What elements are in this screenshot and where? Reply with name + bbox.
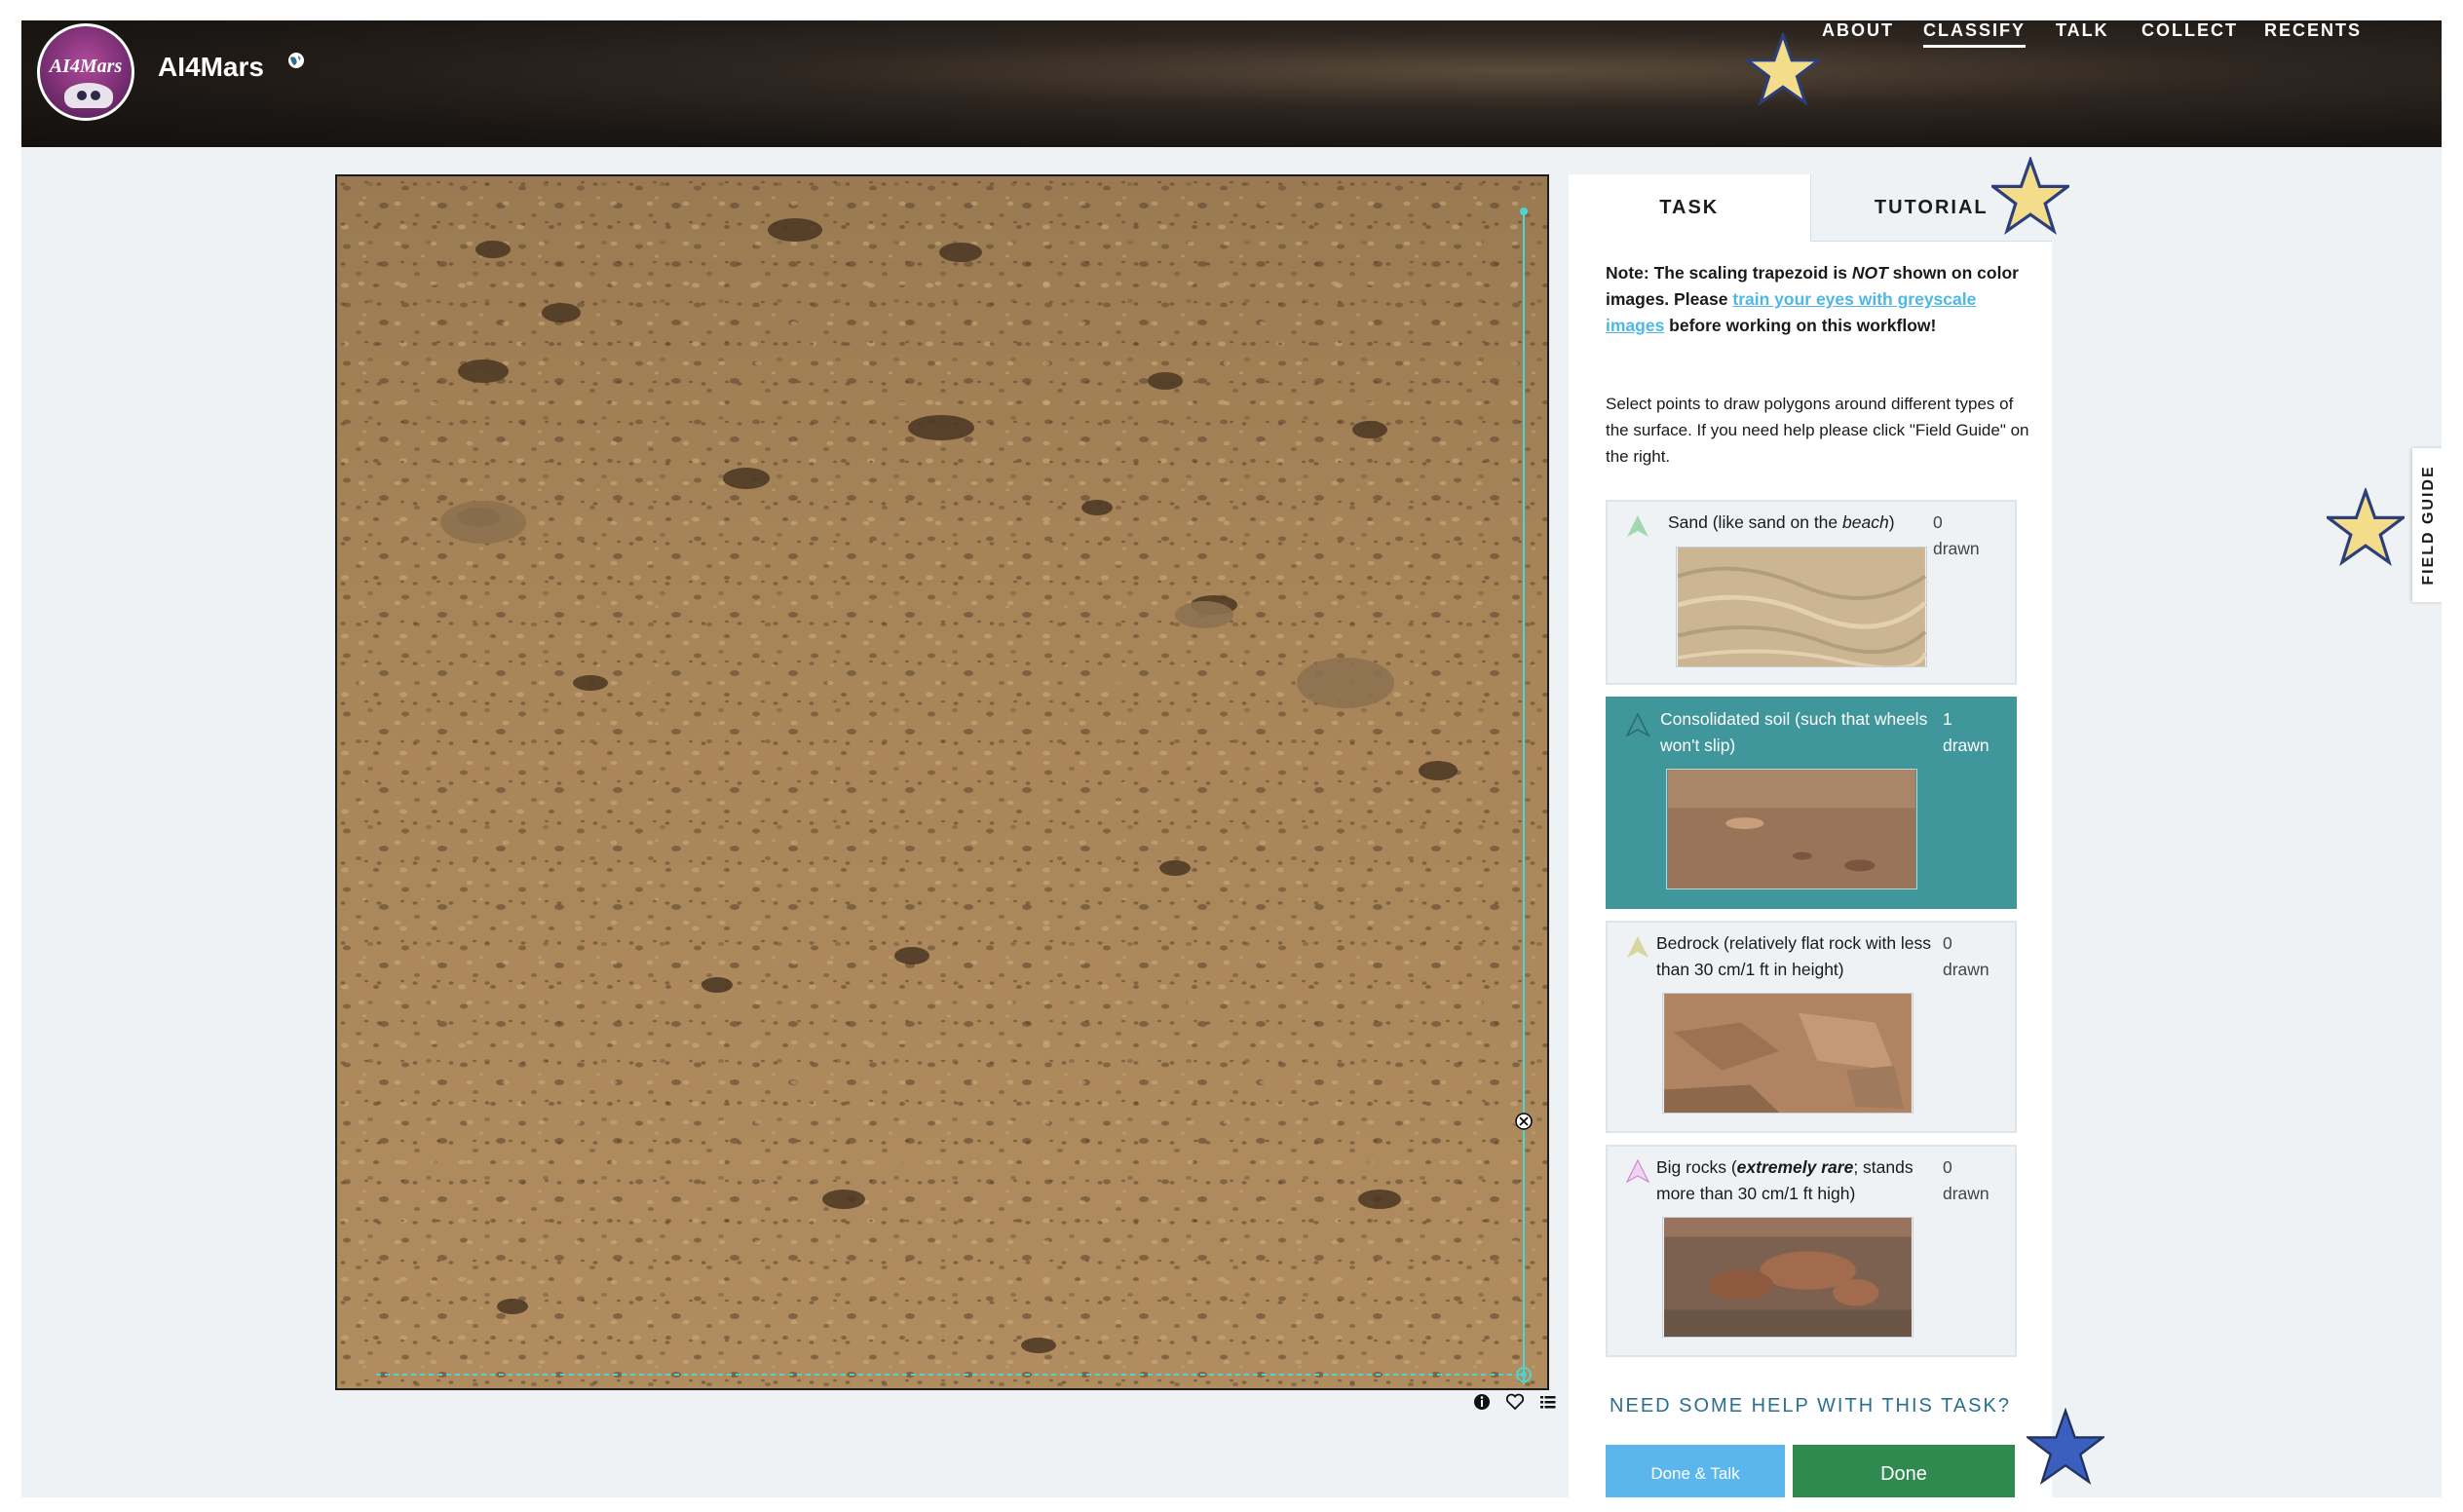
project-logo[interactable]: AI4Mars — [37, 23, 134, 121]
field-guide-tab[interactable]: FIELD GUIDE — [2412, 448, 2442, 602]
task-help-link[interactable]: NEED SOME HELP WITH THIS TASK? — [1569, 1395, 2052, 1418]
logo-robot-icon — [64, 83, 113, 108]
site-header: AI4Mars AI4Mars ABOUT CLASSIFY TALK COLL… — [21, 20, 2442, 147]
soil-example-thumbnail — [1666, 769, 1917, 889]
answer-bedrock[interactable]: Bedrock (relatively flat rock with less … — [1606, 921, 2017, 1133]
site-title[interactable]: AI4Mars — [158, 52, 264, 83]
answer-count: 0 drawn — [1943, 1157, 1989, 1203]
rocks-example-thumbnail — [1662, 1217, 1914, 1338]
polygon-tool-icon — [1625, 712, 1650, 737]
globe-icon[interactable] — [286, 52, 306, 71]
polygon-tool-icon — [1627, 515, 1648, 537]
answer-label: Consolidated soil (such that wheels won'… — [1660, 709, 1928, 755]
answer-sand[interactable]: Sand (like sand on the beach) 0 drawn — [1606, 500, 2017, 685]
heart-icon[interactable] — [1504, 1391, 1526, 1413]
note-text: before working on this workflow! — [1664, 316, 1937, 335]
logo-eye-right — [91, 91, 100, 100]
annotation-star-icon — [1991, 157, 2069, 235]
list-icon[interactable] — [1537, 1391, 1559, 1413]
nav-collect[interactable]: COLLECT — [2141, 20, 2238, 41]
polygon-vertex[interactable] — [1520, 208, 1528, 215]
task-tabs: TASK TUTORIAL — [1569, 174, 2052, 242]
task-note: Note: The scaling trapezoid is NOT shown… — [1606, 260, 2025, 339]
logo-text: AI4Mars — [49, 56, 123, 77]
polygon-tool-icon — [1625, 1158, 1650, 1184]
nav-recents[interactable]: RECENTS — [2264, 20, 2362, 41]
mars-terrain-image[interactable] — [337, 176, 1549, 1390]
subject-meta-tools — [1471, 1391, 1559, 1413]
info-icon[interactable] — [1471, 1391, 1493, 1413]
tab-task[interactable]: TASK — [1569, 174, 1810, 241]
answer-label: Bedrock (relatively flat rock with less … — [1656, 933, 1932, 979]
nav-about[interactable]: ABOUT — [1822, 20, 1894, 41]
note-emphasis: NOT — [1851, 263, 1888, 283]
sand-example-thumbnail — [1676, 547, 1927, 667]
bedrock-example-thumbnail — [1662, 993, 1914, 1114]
close-circle-icon[interactable] — [1515, 1113, 1533, 1130]
logo-eye-left — [77, 91, 87, 100]
answer-label: Big rocks (extremely rare; stands more t… — [1656, 1157, 1914, 1203]
answer-label: Sand (like sand on the beach) — [1668, 512, 1895, 532]
subject-image-viewer[interactable] — [335, 174, 1549, 1390]
app-frame: AI4Mars AI4Mars ABOUT CLASSIFY TALK COLL… — [21, 20, 2442, 1497]
task-instructions: Select points to draw polygons around di… — [1606, 395, 2029, 466]
answer-consolidated-soil[interactable]: Consolidated soil (such that wheels won'… — [1606, 697, 2017, 909]
annotation-star-icon — [1746, 32, 1820, 106]
annotation-star-icon — [2327, 488, 2405, 566]
annotation-star-icon — [2027, 1408, 2104, 1486]
nav-talk[interactable]: TALK — [2056, 20, 2109, 41]
polygon-tool-icon — [1627, 936, 1648, 958]
answer-big-rocks[interactable]: Big rocks (extremely rare; stands more t… — [1606, 1145, 2017, 1357]
nav-classify[interactable]: CLASSIFY — [1923, 20, 2027, 48]
field-guide-label: FIELD GUIDE — [2420, 465, 2437, 586]
task-panel: TASK TUTORIAL Note: The scaling trapezoi… — [1569, 174, 2052, 1497]
answer-count: 1 drawn — [1943, 709, 1989, 755]
done-and-talk-button[interactable]: Done & Talk — [1606, 1445, 1785, 1497]
done-button[interactable]: Done — [1793, 1445, 2015, 1497]
answer-count: 0 drawn — [1933, 512, 1980, 558]
answer-count: 0 drawn — [1943, 933, 1989, 979]
note-text: Note: The scaling trapezoid is — [1606, 263, 1852, 283]
